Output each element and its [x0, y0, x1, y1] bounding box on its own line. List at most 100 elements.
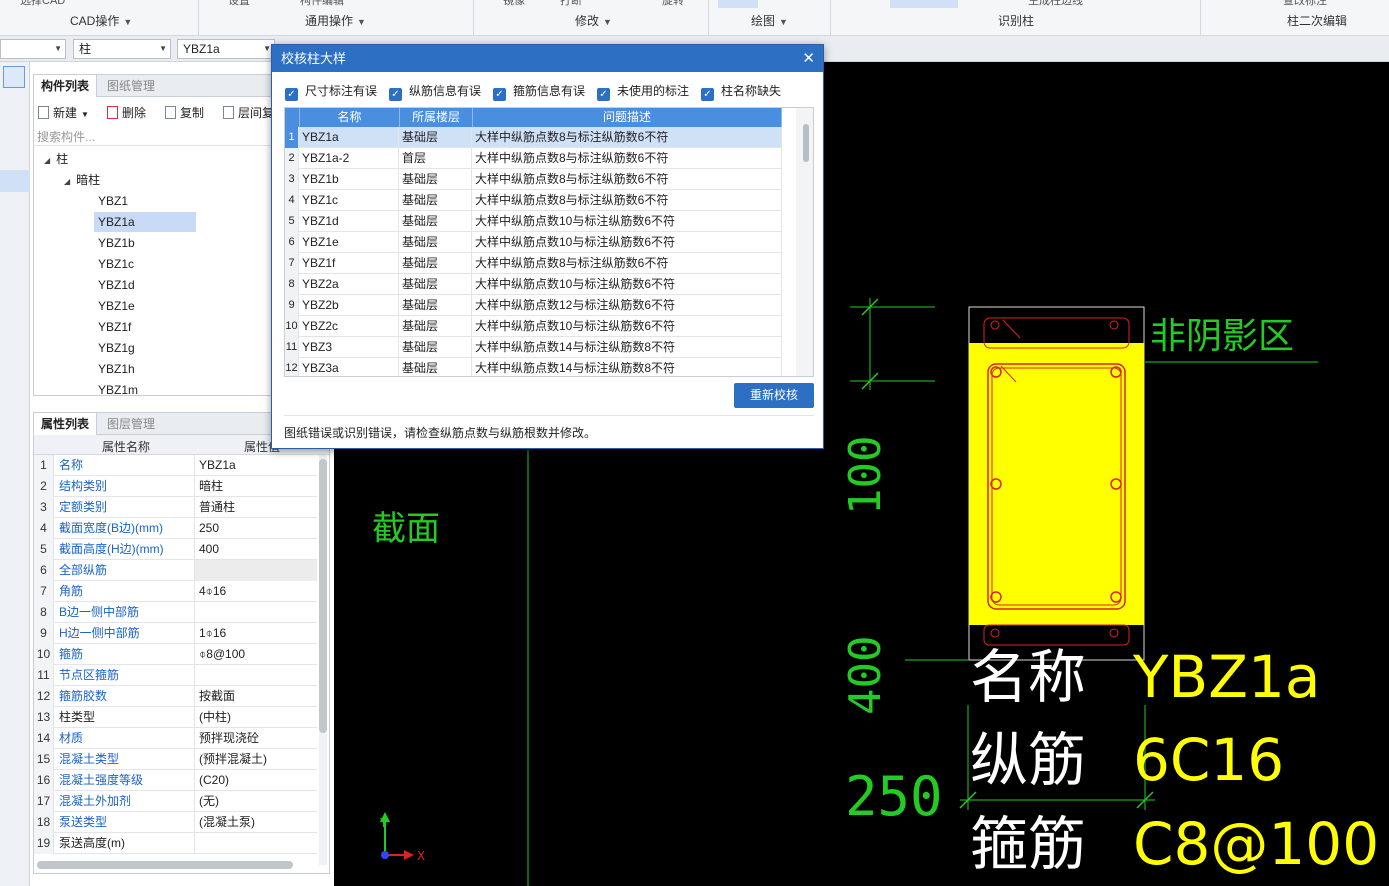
property-row[interactable]: 15 混凝土类型 (预拌混凝土) — [34, 749, 317, 770]
tree-item-component[interactable]: YBZ1d — [98, 275, 135, 295]
ribbon-cut-label[interactable]: 构件编辑 — [300, 0, 344, 8]
tree-node-hidden-column[interactable]: ◢ 暗柱 — [64, 170, 100, 190]
tree-item-component[interactable]: YBZ1c — [98, 254, 134, 274]
tree-item-component[interactable]: YBZ1h — [98, 359, 135, 379]
property-row[interactable]: 8 B边一侧中部筋 — [34, 602, 317, 623]
tree-item-component[interactable]: YBZ1f — [98, 317, 131, 337]
property-row[interactable]: 2 结构类别 暗柱 — [34, 476, 317, 497]
copy-between-floors-button[interactable]: 层间复 — [223, 104, 274, 121]
checkbox-checked-icon[interactable]: ✓ — [389, 88, 402, 101]
issue-row[interactable]: 11 YBZ3 基础层 大样中纵筋点数14与标注纵筋数8不符 — [285, 337, 782, 358]
tab-drawing-management[interactable]: 图纸管理 — [100, 75, 162, 97]
ribbon-group-general[interactable]: 通用操作 ▼ — [305, 12, 366, 29]
checkbox-checked-icon[interactable]: ✓ — [285, 88, 298, 101]
issue-row[interactable]: 8 YBZ2a 基础层 大样中纵筋点数10与标注纵筋数6不符 — [285, 274, 782, 295]
checkbox-longitudinal-error[interactable]: ✓ 纵筋信息有误 — [389, 83, 481, 101]
table-scrollbar[interactable] — [803, 124, 809, 162]
expand-triangle-icon[interactable]: ◢ — [64, 177, 70, 186]
tab-component-list[interactable]: 构件列表 — [34, 75, 98, 97]
property-row[interactable]: 12 箍筋胶数 按截面 — [34, 686, 317, 707]
tree-item-component[interactable]: YBZ1e — [98, 296, 135, 316]
property-scrollbar[interactable] — [319, 459, 327, 733]
recheck-button[interactable]: 重新校核 — [734, 383, 814, 408]
tree-item-component[interactable]: YBZ1b — [98, 233, 135, 253]
property-row[interactable]: 3 定额类别 普通柱 — [34, 497, 317, 518]
property-row[interactable]: 13 柱类型 (中柱) — [34, 707, 317, 728]
component-select[interactable]: YBZ1a ▼ — [177, 39, 275, 59]
new-button[interactable]: 新建 ▼ — [38, 104, 89, 121]
property-value[interactable] — [194, 560, 317, 581]
ribbon-group-edit2[interactable]: 柱二次编辑 — [1287, 12, 1347, 29]
property-value[interactable]: (混凝土泵) — [194, 812, 317, 833]
checkbox-stirrup-error[interactable]: ✓ 箍筋信息有误 — [493, 83, 585, 101]
issue-row[interactable]: 3 YBZ1b 基础层 大样中纵筋点数8与标注纵筋数6不符 — [285, 169, 782, 190]
tab-property-list[interactable]: 属性列表 — [34, 413, 98, 435]
checkbox-name-missing[interactable]: ✓ 柱名称缺失 — [701, 83, 781, 101]
property-value[interactable]: 普通柱 — [194, 497, 317, 518]
dialog-title-bar[interactable]: 校核柱大样 ✕ — [272, 45, 823, 72]
property-value[interactable]: 按截面 — [194, 686, 317, 707]
checkbox-checked-icon[interactable]: ✓ — [597, 88, 610, 101]
ribbon-cut-label[interactable]: 选择CAD — [20, 0, 65, 8]
ribbon-cut-label[interactable]: 生成柱边线 — [1028, 0, 1083, 8]
issue-row[interactable]: 7 YBZ1f 基础层 大样中纵筋点数8与标注纵筋数6不符 — [285, 253, 782, 274]
property-value[interactable]: 预拌现浇砼 — [194, 728, 317, 749]
tree-item-component[interactable]: YBZ1g — [98, 338, 135, 358]
issue-row[interactable]: 2 YBZ1a-2 首层 大样中纵筋点数8与标注纵筋数6不符 — [285, 148, 782, 169]
checkbox-unused-label[interactable]: ✓ 未使用的标注 — [597, 83, 689, 101]
close-icon[interactable]: ✕ — [802, 45, 815, 72]
col-name[interactable]: 名称 — [300, 108, 400, 127]
issue-row[interactable]: 9 YBZ2b 基础层 大样中纵筋点数12与标注纵筋数6不符 — [285, 295, 782, 316]
issue-row[interactable]: 12 YBZ3a 基础层 大样中纵筋点数14与标注纵筋数8不符 — [285, 358, 782, 376]
ribbon-cut-label[interactable]: 查改标注 — [1283, 0, 1327, 8]
ribbon-group-modify[interactable]: 修改 ▼ — [575, 12, 612, 29]
checkbox-dimension-error[interactable]: ✓ 尺寸标注有误 — [285, 83, 377, 101]
property-row[interactable]: 4 截面宽度(B边)(mm) 250 — [34, 518, 317, 539]
property-row[interactable]: 10 箍筋 ⌽8@100 — [34, 644, 317, 665]
issue-row[interactable]: 10 YBZ2c 基础层 大样中纵筋点数10与标注纵筋数6不符 — [285, 316, 782, 337]
property-row[interactable]: 5 截面高度(H边)(mm) 400 — [34, 539, 317, 560]
issue-row[interactable]: 4 YBZ1c 基础层 大样中纵筋点数8与标注纵筋数6不符 — [285, 190, 782, 211]
ribbon-cut-label[interactable]: 镜像 — [503, 0, 525, 8]
copy-button[interactable]: 复制 — [165, 104, 204, 121]
nav-selected-item[interactable] — [0, 170, 30, 192]
property-value[interactable]: 250 — [194, 518, 317, 539]
property-value[interactable]: 4⌽16 — [194, 581, 317, 602]
ribbon-group-draw[interactable]: 绘图 ▼ — [751, 12, 788, 29]
property-row[interactable]: 9 H边一侧中部筋 1⌽16 — [34, 623, 317, 644]
property-value[interactable]: 暗柱 — [194, 476, 317, 497]
property-value[interactable]: 400 — [194, 539, 317, 560]
property-value[interactable]: (无) — [194, 791, 317, 812]
layout-icon[interactable] — [3, 66, 25, 88]
ribbon-group-recognize[interactable]: 识别柱 — [998, 12, 1034, 29]
expand-triangle-icon[interactable]: ◢ — [44, 156, 50, 165]
checkbox-checked-icon[interactable]: ✓ — [493, 88, 506, 101]
delete-button[interactable]: 删除 — [107, 104, 146, 121]
property-value[interactable]: YBZ1a — [194, 455, 317, 476]
property-value[interactable] — [194, 665, 317, 686]
property-row[interactable]: 14 材质 预拌现浇砼 — [34, 728, 317, 749]
property-value[interactable] — [194, 602, 317, 623]
col-floor[interactable]: 所属楼层 — [400, 108, 473, 127]
property-row[interactable]: 19 泵送高度(m) — [34, 833, 317, 854]
tree-item-component[interactable]: YBZ1 — [98, 191, 128, 211]
ribbon-cut-label[interactable]: 旋转 — [662, 0, 684, 8]
type-select[interactable]: 柱 ▼ — [73, 39, 171, 59]
property-h-scrollbar[interactable] — [37, 861, 293, 869]
ribbon-group-cad[interactable]: CAD操作 ▼ — [70, 12, 132, 29]
property-value[interactable] — [194, 833, 317, 854]
property-row[interactable]: 6 全部纵筋 — [34, 560, 317, 581]
property-row[interactable]: 18 泵送类型 (混凝土泵) — [34, 812, 317, 833]
ribbon-cut-label[interactable]: 打断 — [560, 0, 582, 8]
property-value[interactable]: ⌽8@100 — [194, 644, 317, 665]
property-row[interactable]: 17 混凝土外加剂 (无) — [34, 791, 317, 812]
issue-row[interactable]: 6 YBZ1e 基础层 大样中纵筋点数10与标注纵筋数6不符 — [285, 232, 782, 253]
property-row[interactable]: 16 混凝土强度等级 (C20) — [34, 770, 317, 791]
property-row[interactable]: 7 角筋 4⌽16 — [34, 581, 317, 602]
issue-row[interactable]: 5 YBZ1d 基础层 大样中纵筋点数10与标注纵筋数6不符 — [285, 211, 782, 232]
tree-item-component[interactable]: YBZ1m — [98, 380, 138, 400]
floor-select[interactable]: ▼ — [0, 39, 66, 59]
col-description[interactable]: 问题描述 — [473, 108, 782, 127]
property-value[interactable]: 1⌽16 — [194, 623, 317, 644]
property-row[interactable]: 1 名称 YBZ1a — [34, 455, 317, 476]
